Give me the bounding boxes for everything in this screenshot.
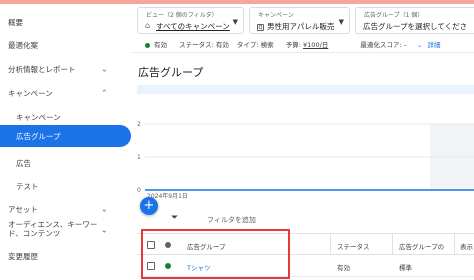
view-value: すべてのキャンペーン <box>156 22 230 31</box>
sidebar-item-label: 変更履歴 <box>8 251 38 261</box>
column-header-impressions[interactable]: 表示 <box>460 241 473 251</box>
divider <box>131 52 474 53</box>
status-text: ステータス: 有効 <box>179 41 229 49</box>
sidebar-item-audiences-keywords-content[interactable]: オーディエンス、キーワード、コンテンツ ⌄ <box>0 217 131 243</box>
sidebar-item-change-history[interactable]: 変更履歴 <box>0 244 131 268</box>
y-tick-label: 2 <box>137 121 141 128</box>
performance-chart: 2 1 0 2024年9月1日 <box>137 104 474 204</box>
view-caption: ビュー（2 個のフィルタ） <box>146 12 218 19</box>
sidebar-item-label: 広告グループ <box>16 131 61 141</box>
y-tick-label: 0 <box>137 187 141 194</box>
chevron-down-icon: ⌄ <box>101 204 108 214</box>
view-selector[interactable]: ビュー（2 個のフィルタ） ⌂ すべてのキャンペーン ▼ <box>137 7 244 34</box>
budget-label: 予算: <box>285 41 304 49</box>
sidebar-item-label: オーディエンス、キーワード、コンテンツ <box>8 220 98 238</box>
sidebar-item-label: 分析情報とレポート <box>8 64 76 74</box>
chart-svg: 2102024年9月1日 <box>137 121 474 200</box>
column-divider <box>454 234 455 254</box>
sidebar-item-insights-reports[interactable]: 分析情報とレポート ⌄ <box>0 57 131 81</box>
filter-row: ⏷ フィルタを追加 <box>131 211 474 228</box>
budget-value[interactable]: ¥100/日 <box>303 41 328 49</box>
column-header-ad-group-type[interactable]: 広告グループの <box>399 241 444 251</box>
search-campaign-icon: Q <box>257 24 264 31</box>
ad-group-selector[interactable]: 広告グループ（1 個） 広告グループを選択してくださ <box>355 7 474 34</box>
ad-group-value: 広告グループを選択してくださ <box>363 22 468 31</box>
campaign-value: 男性用アパレル販売 <box>267 22 335 31</box>
sidebar-item-campaigns-group[interactable]: キャンペーン ⌃ <box>0 81 131 105</box>
dropdown-arrow-icon: ▼ <box>232 18 238 26</box>
add-filter-button[interactable]: フィルタを追加 <box>207 215 256 225</box>
chevron-up-icon: ⌃ <box>101 88 108 98</box>
sidebar-item-label: 最適化案 <box>8 40 38 50</box>
ad-group-caption: 広告グループ（1 個） <box>364 12 424 19</box>
active-status-dot <box>145 42 150 48</box>
row-ad-group-type: 標準 <box>399 264 412 272</box>
type-text: タイプ: 検索 <box>236 41 274 49</box>
sidebar-item-overview[interactable]: 概要 <box>0 10 131 34</box>
sidebar-item-label: アセット <box>8 204 38 214</box>
sidebar-nav: 概要 最適化案 分析情報とレポート ⌄ キャンペーン ⌃ キャンペーン 広告グル… <box>0 4 131 280</box>
campaign-caption: キャンペーン <box>258 12 294 19</box>
campaign-info-bar: 有効 ステータス: 有効 タイプ: 検索 予算: ¥100/日 最適化スコア: … <box>145 39 440 49</box>
column-divider <box>392 234 393 254</box>
sidebar-item-label: テスト <box>16 181 39 191</box>
sidebar-item-label: 広告 <box>16 158 31 168</box>
sidebar-item-label: キャンペーン <box>16 112 61 122</box>
sidebar-item-ads[interactable]: 広告 <box>0 151 131 175</box>
details-chevron-icon[interactable]: ⌄ <box>417 41 422 49</box>
chart-toolbar-band <box>137 85 474 94</box>
details-link[interactable]: 詳細 <box>427 41 440 49</box>
column-divider <box>330 234 331 254</box>
dropdown-arrow-icon: ▼ <box>338 18 344 26</box>
sidebar-item-recommendations[interactable]: 最適化案 <box>0 33 131 57</box>
y-tick-label: 1 <box>137 154 141 161</box>
sidebar-item-label: 概要 <box>8 17 23 27</box>
sidebar-item-ad-groups[interactable]: 広告グループ <box>0 125 131 147</box>
chevron-down-icon: ⌄ <box>101 225 108 235</box>
highlight-annotation-box <box>141 229 290 279</box>
sidebar-item-experiments[interactable]: テスト <box>0 174 131 198</box>
status-active-label: 有効 <box>154 41 167 49</box>
page-title: 広告グループ <box>138 66 204 79</box>
filter-icon[interactable]: ⏷ <box>171 213 178 223</box>
optimization-score: 最適化スコア: – <box>360 41 407 49</box>
column-header-status[interactable]: ステータス <box>337 241 370 251</box>
row-status: 有効 <box>337 264 350 272</box>
sidebar-item-label: キャンペーン <box>8 88 53 98</box>
campaign-selector[interactable]: キャンペーン Q 男性用アパレル販売 ▼ <box>249 7 350 34</box>
home-icon: ⌂ <box>145 21 151 30</box>
chevron-down-icon: ⌄ <box>101 64 108 74</box>
